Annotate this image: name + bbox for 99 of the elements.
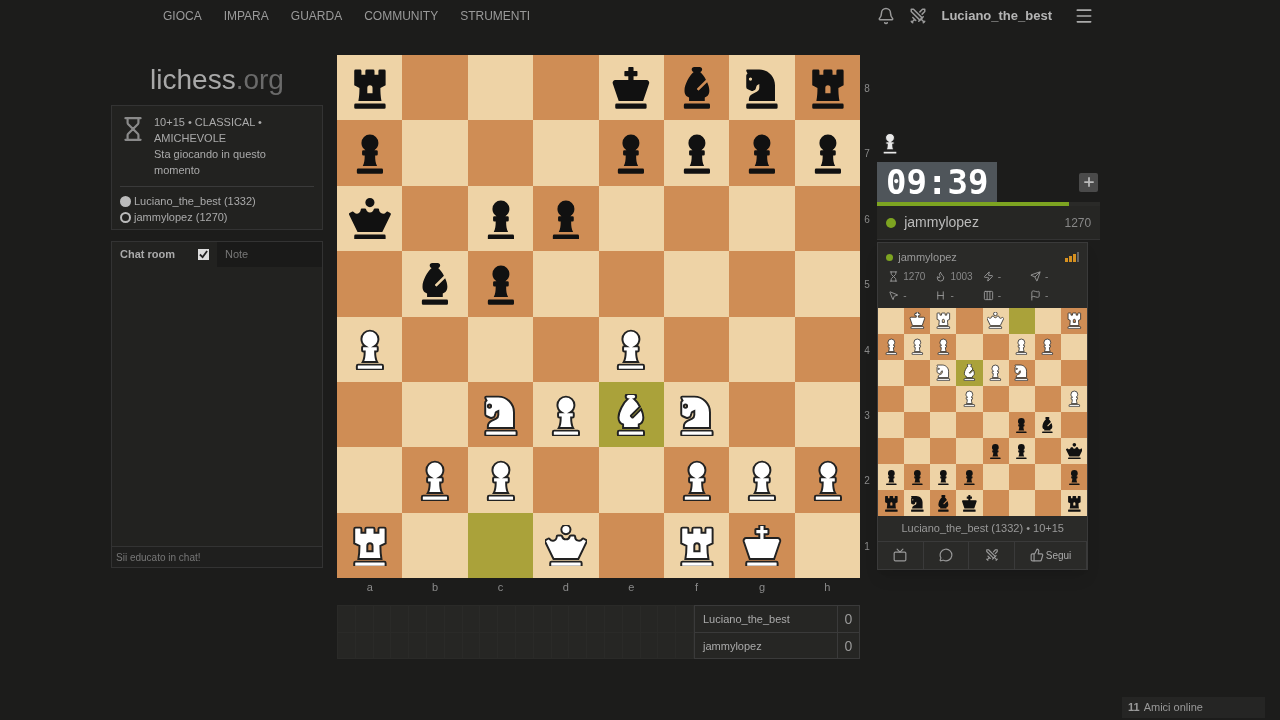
board-square[interactable] <box>664 55 730 121</box>
player-link[interactable]: Luciano_the_best (1332) <box>134 193 256 209</box>
game-status: Sta giocando in questo momento <box>154 147 267 178</box>
board-square[interactable] <box>664 381 730 448</box>
score-player-name: jammylopez <box>701 639 763 655</box>
stat-value: - <box>997 288 1002 303</box>
board-square[interactable] <box>533 185 599 252</box>
board-square[interactable] <box>467 251 534 317</box>
thumbs-up-icon <box>1029 548 1044 563</box>
stat-value: 1003 <box>950 269 973 284</box>
chat-toggle-checkbox[interactable] <box>198 249 209 260</box>
stat-value: 1270 <box>903 269 926 284</box>
file-label: g <box>757 580 767 596</box>
board-square[interactable] <box>337 512 403 579</box>
rank-label: 4 <box>863 343 871 358</box>
board-square[interactable] <box>467 381 534 448</box>
board-square[interactable] <box>598 381 664 448</box>
board-square[interactable] <box>794 120 861 186</box>
chat-tab[interactable]: Note <box>217 242 322 267</box>
stat-value: - <box>950 288 954 303</box>
clock: 09:39 <box>877 162 998 202</box>
rank-label: 1 <box>863 539 871 554</box>
nav-link[interactable]: GUARDA <box>290 7 343 25</box>
flag-icon <box>1029 289 1041 301</box>
opponent-name[interactable]: jammylopez <box>904 212 979 233</box>
plane-icon <box>1029 270 1041 282</box>
friends-online-bar[interactable]: 11 Amici online <box>1122 697 1265 718</box>
score-value: 0 <box>837 633 859 659</box>
file-label: h <box>823 580 832 596</box>
popup-player-name[interactable]: jammylopez <box>898 249 957 266</box>
stat-value: - <box>1044 269 1049 284</box>
file-label: f <box>694 580 700 596</box>
stat-value: - <box>1044 288 1049 303</box>
rank-label: 6 <box>863 212 871 227</box>
opponent-rating: 1270 <box>1064 214 1092 232</box>
rank-label: 5 <box>863 278 871 293</box>
follow-button[interactable]: Segui <box>1014 541 1088 569</box>
logo[interactable]: lichess.org <box>150 59 284 101</box>
board-square[interactable] <box>729 512 795 579</box>
file-label: c <box>496 580 505 596</box>
board-square[interactable] <box>598 55 664 121</box>
player-link[interactable]: jammylopez (1270) <box>134 209 228 225</box>
nav-link[interactable]: IMPARA <box>223 7 269 25</box>
tv-icon <box>893 548 908 563</box>
chat-tab[interactable]: Chat room <box>112 242 217 267</box>
board-square[interactable] <box>664 120 730 186</box>
rank-label: 7 <box>863 147 871 162</box>
swords-icon[interactable] <box>909 7 928 25</box>
swords-icon <box>984 548 999 563</box>
file-label: d <box>561 580 570 596</box>
nav-link[interactable]: GIOCA <box>163 7 202 25</box>
rank-label: 2 <box>863 474 871 489</box>
board-square[interactable] <box>337 185 403 252</box>
board-square[interactable] <box>337 316 403 382</box>
username-link[interactable]: Luciano_the_best <box>941 6 1052 26</box>
board-square[interactable] <box>598 120 664 186</box>
board-square[interactable] <box>533 512 599 579</box>
nav-link[interactable]: COMMUNITY <box>364 7 439 25</box>
stat-value: - <box>903 288 907 303</box>
board-square[interactable] <box>533 381 599 448</box>
bell-icon[interactable] <box>877 7 896 25</box>
board-square[interactable] <box>664 447 730 513</box>
friends-label: Amici online <box>1143 700 1203 716</box>
board-square[interactable] <box>794 447 861 513</box>
board-square[interactable] <box>402 447 468 513</box>
board-square[interactable] <box>467 447 534 513</box>
board-square[interactable] <box>794 55 861 121</box>
rank-label: 3 <box>863 408 871 423</box>
popup-caption: Luciano_the_best (1332) • 10+15 <box>900 521 1065 537</box>
heading-icon <box>935 289 947 301</box>
friends-count: 11 <box>1128 700 1140 716</box>
signal-icon <box>1065 252 1080 263</box>
add-time-button[interactable] <box>1079 172 1099 192</box>
speech-bubble-icon <box>939 548 954 563</box>
pointer-icon <box>888 289 900 301</box>
game-type: 10+15 • CLASSICAL • AMICHEVOLE <box>154 115 263 146</box>
board-square[interactable] <box>598 316 664 382</box>
hourglass-icon <box>888 270 900 282</box>
score-player-name: Luciano_the_best <box>702 612 791 628</box>
board-square[interactable] <box>664 512 730 579</box>
rank-label: 8 <box>863 82 871 96</box>
board-square[interactable] <box>402 251 468 317</box>
flame-icon <box>935 270 947 282</box>
board-square[interactable] <box>729 55 795 121</box>
plus-icon <box>1081 175 1096 189</box>
board-square[interactable] <box>729 447 795 513</box>
bolt-icon <box>982 270 994 282</box>
columns-icon <box>982 289 994 301</box>
file-label: b <box>431 580 440 596</box>
board-square[interactable] <box>729 120 795 186</box>
board-square[interactable] <box>794 512 861 579</box>
file-label: a <box>365 580 374 596</box>
nav-link[interactable]: STRUMENTI <box>460 7 531 25</box>
menu-icon[interactable] <box>1074 6 1094 26</box>
board-square[interactable] <box>337 120 403 186</box>
board-square[interactable] <box>337 55 403 121</box>
file-label: e <box>627 580 636 596</box>
stat-value: - <box>997 269 1002 284</box>
board-square[interactable] <box>467 185 534 252</box>
